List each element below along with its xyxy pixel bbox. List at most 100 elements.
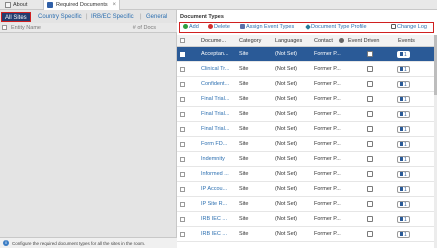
tab-required-documents[interactable]: Required Documents × (43, 0, 120, 10)
add-button[interactable]: Add (183, 23, 199, 31)
document-name-link[interactable]: Final Trial... (201, 92, 237, 107)
table-row[interactable]: Final Trial... Site (Not Set) Former P... 1 (177, 92, 435, 107)
document-name-link[interactable]: Clinical Tr... (201, 62, 237, 77)
document-type-profile-button[interactable]: Document Type Profile (305, 23, 367, 31)
row-checkbox[interactable] (180, 217, 185, 222)
event-icon (400, 52, 403, 56)
event-driven-checkbox[interactable] (367, 216, 373, 222)
events-count-badge[interactable]: 1 (397, 201, 410, 208)
events-count-badge[interactable]: 1 (397, 216, 410, 223)
events-count-badge[interactable]: 1 (397, 81, 410, 88)
column-doc-count[interactable]: # of Docs (133, 23, 156, 33)
row-checkbox[interactable] (180, 67, 185, 72)
column-entity-name[interactable]: Entity Name (11, 23, 41, 33)
row-checkbox[interactable] (180, 82, 185, 87)
document-name-link[interactable]: Form FD... (201, 137, 237, 152)
column-events[interactable]: Events (398, 35, 415, 47)
row-checkbox[interactable] (180, 52, 185, 57)
close-icon[interactable]: × (112, 0, 116, 10)
row-checkbox[interactable] (180, 157, 185, 162)
events-count-badge[interactable]: 1 (397, 186, 410, 193)
column-document[interactable]: Docume... (201, 35, 226, 47)
document-name-link[interactable]: IP Accou... (201, 182, 237, 197)
events-count: 1 (404, 202, 407, 208)
filter-irb-ec-specific[interactable]: IRB/EC Specific (91, 12, 134, 22)
document-name-link[interactable]: IRB IEC ... (201, 227, 237, 242)
column-category[interactable]: Category (239, 35, 261, 47)
document-name-link[interactable]: Confident... (201, 77, 237, 92)
contact-cell: Former P... (314, 186, 341, 192)
event-driven-checkbox[interactable] (367, 231, 373, 237)
table-row[interactable]: IP Site R... Site (Not Set) Former P... 1 (177, 197, 435, 212)
event-driven-checkbox[interactable] (367, 66, 373, 72)
row-checkbox[interactable] (180, 142, 185, 147)
contact-cell: Former P... (314, 141, 341, 147)
delete-button[interactable]: Delete (208, 23, 230, 31)
tab-about[interactable]: About (2, 0, 42, 10)
event-driven-checkbox[interactable] (367, 171, 373, 177)
events-count-badge[interactable]: 1 (397, 96, 410, 103)
event-icon (400, 112, 403, 116)
table-row[interactable]: Informed ... Site (Not Set) Former P... 1 (177, 167, 435, 182)
table-row[interactable]: Acceptan... Site (Not Set) Former P... 1 (177, 47, 435, 62)
event-driven-checkbox[interactable] (367, 126, 373, 132)
event-driven-checkbox[interactable] (367, 51, 373, 57)
document-name-link[interactable]: Acceptan... (201, 47, 237, 62)
row-checkbox[interactable] (180, 97, 185, 102)
row-checkbox[interactable] (180, 172, 185, 177)
event-driven-checkbox[interactable] (367, 156, 373, 162)
contact-cell: Former P... (314, 81, 341, 87)
select-all-checkbox[interactable] (2, 25, 7, 30)
events-count-badge[interactable]: 1 (397, 231, 410, 238)
table-row[interactable]: Clinical Tr... Site (Not Set) Former P... 1 (177, 62, 435, 77)
select-all-rows-checkbox[interactable] (180, 38, 185, 43)
column-event-driven[interactable]: Event Driven (348, 35, 380, 47)
event-driven-checkbox[interactable] (367, 141, 373, 147)
table-row[interactable]: IRB IEC ... Site (Not Set) Former P... 1 (177, 227, 435, 242)
row-checkbox[interactable] (180, 112, 185, 117)
event-driven-checkbox[interactable] (367, 96, 373, 102)
change-log-button[interactable]: Change Log (391, 23, 427, 31)
filter-all-sites[interactable]: All Sites (1, 12, 31, 22)
grid-header: Docume... Category Languages Contact Eve… (177, 35, 435, 47)
table-row[interactable]: Final Trial... Site (Not Set) Former P... 1 (177, 107, 435, 122)
entity-panel: All Sites Country Specific | IRB/EC Spec… (0, 10, 177, 248)
document-name-link[interactable]: Indemnity (201, 152, 237, 167)
assign-event-types-button[interactable]: Assign Event Types (240, 23, 294, 31)
languages-cell: (Not Set) (275, 96, 298, 102)
table-row[interactable]: Confident... Site (Not Set) Former P... 1 (177, 77, 435, 92)
table-row[interactable]: Form FD... Site (Not Set) Former P... 1 (177, 137, 435, 152)
events-count-badge[interactable]: 1 (397, 111, 410, 118)
events-count-badge[interactable]: 1 (397, 66, 410, 73)
events-count-badge[interactable]: 1 (397, 141, 410, 148)
table-row[interactable]: IRB IEC ... Site (Not Set) Former P... 1 (177, 212, 435, 227)
table-row[interactable]: Final Trial... Site (Not Set) Former P... 1 (177, 122, 435, 137)
event-driven-checkbox[interactable] (367, 201, 373, 207)
filter-general[interactable]: General (146, 12, 167, 22)
table-row[interactable]: Indemnity Site (Not Set) Former P... 1 (177, 152, 435, 167)
events-count-badge[interactable]: 1 (397, 171, 410, 178)
row-checkbox[interactable] (180, 202, 185, 207)
event-driven-checkbox[interactable] (367, 186, 373, 192)
events-count-badge[interactable]: 1 (397, 51, 410, 58)
document-name-link[interactable]: Final Trial... (201, 107, 237, 122)
events-count-badge[interactable]: 1 (397, 156, 410, 163)
table-row[interactable]: IP Accou... Site (Not Set) Former P... 1 (177, 182, 435, 197)
document-name-link[interactable]: Informed ... (201, 167, 237, 182)
contact-cell: Former P... (314, 66, 341, 72)
row-checkbox[interactable] (180, 187, 185, 192)
document-name-link[interactable]: IP Site R... (201, 197, 237, 212)
languages-cell: (Not Set) (275, 156, 298, 162)
document-name-link[interactable]: IRB IEC ... (201, 212, 237, 227)
event-driven-checkbox[interactable] (367, 111, 373, 117)
column-contact[interactable]: Contact (314, 35, 333, 47)
event-driven-checkbox[interactable] (367, 81, 373, 87)
row-checkbox[interactable] (180, 232, 185, 237)
row-checkbox[interactable] (180, 127, 185, 132)
filter-country-specific[interactable]: Country Specific (38, 12, 82, 22)
document-name-link[interactable]: Final Trial... (201, 122, 237, 137)
category-cell: Site (239, 201, 249, 207)
column-languages[interactable]: Languages (275, 35, 302, 47)
events-count-badge[interactable]: 1 (397, 126, 410, 133)
events-count: 1 (404, 217, 407, 223)
